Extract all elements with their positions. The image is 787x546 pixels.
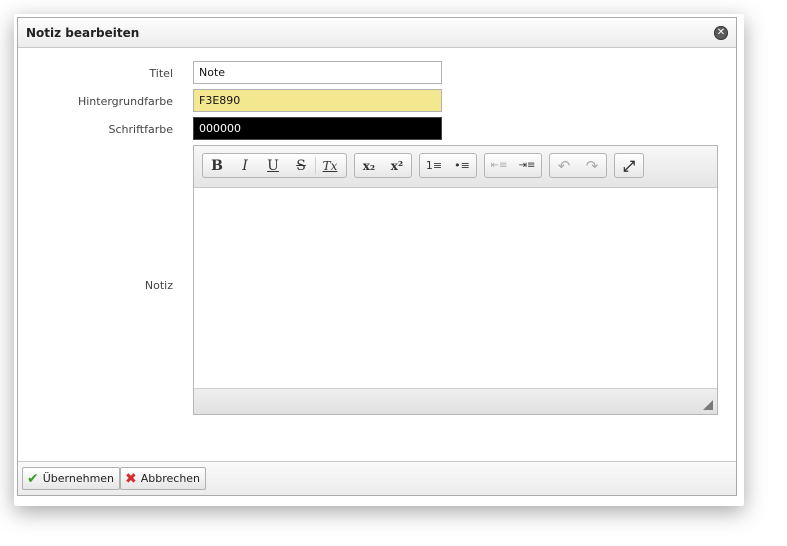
underline-button[interactable]: U bbox=[259, 154, 287, 177]
redo-button[interactable]: ↷ bbox=[578, 154, 606, 177]
apply-button-label: Übernehmen bbox=[42, 472, 115, 485]
cross-icon: ✖ bbox=[125, 470, 137, 487]
history-group: ↶ ↷ bbox=[549, 153, 607, 178]
view-group: ⤢ bbox=[614, 153, 644, 178]
list-group: 1≡ •≡ bbox=[419, 153, 477, 178]
subscript-button[interactable]: x₂ bbox=[355, 154, 383, 177]
undo-button[interactable]: ↶ bbox=[550, 154, 578, 177]
outdent-button[interactable]: ⇤≡ bbox=[485, 154, 513, 177]
indent-group: ⇤≡ ⇥≡ bbox=[484, 153, 542, 178]
indent-button[interactable]: ⇥≡ bbox=[513, 154, 541, 177]
resize-handle-icon[interactable] bbox=[703, 400, 713, 410]
checkmark-icon: ✔ bbox=[27, 470, 39, 487]
background-color-input[interactable] bbox=[193, 89, 442, 112]
remove-format-button[interactable]: Tx bbox=[316, 154, 344, 177]
edit-note-dialog: Notiz bearbeiten ✕ Titel Hintergrundfarb… bbox=[17, 17, 737, 496]
close-icon[interactable]: ✕ bbox=[714, 26, 728, 40]
superscript-button[interactable]: x² bbox=[383, 154, 411, 177]
maximize-button[interactable]: ⤢ bbox=[615, 154, 643, 177]
dialog-titlebar: Notiz bearbeiten ✕ bbox=[18, 18, 736, 48]
dialog-title: Notiz bearbeiten bbox=[26, 26, 140, 40]
cancel-button[interactable]: ✖ Abbrechen bbox=[120, 467, 207, 490]
editor-content-area[interactable] bbox=[194, 188, 717, 388]
editor-toolbar: B I U S Tx x₂ x² 1≡ •≡ ⇤≡ ⇥≡ ↶ ↷ ⤢ bbox=[194, 146, 717, 188]
cancel-button-label: Abbrechen bbox=[140, 472, 201, 485]
script-group: x₂ x² bbox=[354, 153, 412, 178]
ordered-list-button[interactable]: 1≡ bbox=[420, 154, 448, 177]
strikethrough-button[interactable]: S bbox=[287, 154, 315, 177]
bullet-list-button[interactable]: •≡ bbox=[448, 154, 476, 177]
title-label: Titel bbox=[149, 67, 173, 80]
apply-button[interactable]: ✔ Übernehmen bbox=[22, 467, 121, 490]
font-color-input[interactable] bbox=[193, 117, 442, 140]
title-input[interactable] bbox=[193, 61, 442, 84]
format-group: B I U S Tx bbox=[202, 153, 347, 178]
rich-text-editor: B I U S Tx x₂ x² 1≡ •≡ ⇤≡ ⇥≡ ↶ ↷ ⤢ bbox=[193, 145, 718, 415]
italic-button[interactable]: I bbox=[231, 154, 259, 177]
background-color-label: Hintergrundfarbe bbox=[77, 95, 173, 108]
bold-button[interactable]: B bbox=[203, 154, 231, 177]
font-color-label: Schriftfarbe bbox=[108, 123, 173, 136]
dialog-footer: ✔ Übernehmen ✖ Abbrechen bbox=[18, 461, 736, 495]
editor-statusbar bbox=[194, 388, 717, 414]
note-label: Notiz bbox=[144, 279, 173, 292]
